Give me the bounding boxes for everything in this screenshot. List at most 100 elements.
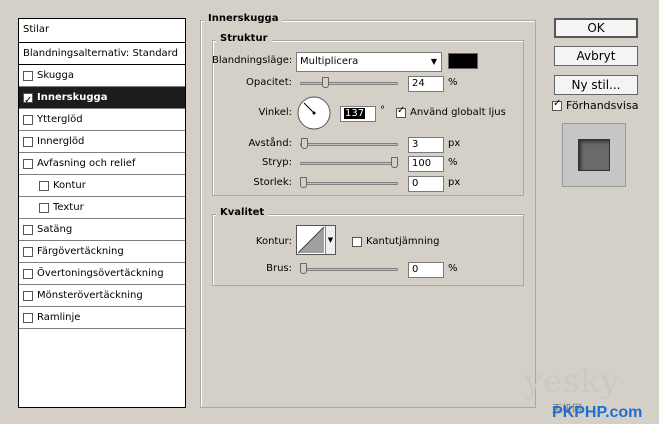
style-item-label: Ramlinje [37,311,81,323]
style-item-10[interactable]: Mönsterövertäckning [19,285,185,307]
quality-group [212,214,524,286]
style-item-5[interactable]: Kontur [19,175,185,197]
style-item-label: Textur [53,201,84,213]
angle-input[interactable]: 137 [340,106,376,122]
size-slider-thumb[interactable] [300,177,307,188]
blend-mode-value: Multiplicera [300,56,359,67]
opacity-input[interactable]: 24 [408,76,444,92]
choke-slider-thumb[interactable] [391,157,398,168]
contour-dropdown-icon[interactable]: ▼ [325,226,335,254]
opacity-slider-track[interactable] [300,82,398,85]
style-item-checkbox[interactable] [23,136,33,147]
style-item-checkbox[interactable] [23,90,33,112]
choke-slider-track[interactable] [300,162,398,165]
cancel-button[interactable]: Avbryt [554,46,638,66]
preview-label: Förhandsvisa [566,99,639,112]
style-item-label: Avfasning och relief [37,157,136,169]
preview-swatch [578,139,610,171]
style-item-label: Satäng [37,223,73,235]
style-item-2[interactable]: Ytterglöd [19,109,185,131]
choke-unit: % [448,157,458,168]
style-item-label: Mönsterövertäckning [37,289,143,301]
style-item-checkbox[interactable] [39,202,49,213]
angle-dial[interactable] [296,95,332,131]
distance-slider-thumb[interactable] [300,138,308,149]
distance-label: Avstånd: [248,138,293,149]
noise-unit: % [448,263,458,274]
style-item-checkbox[interactable] [23,158,33,169]
blending-options-item[interactable]: Blandningsalternativ: Standard [19,43,185,65]
global-light-label: Använd globalt ljus [410,107,506,118]
style-item-checkbox[interactable] [23,268,33,279]
new-style-button[interactable]: Ny stil... [554,75,638,95]
opacity-slider-thumb[interactable] [321,77,329,88]
style-item-label: Övertoningsövertäckning [37,267,164,279]
angle-unit: ° [380,105,385,116]
style-item-1[interactable]: Innerskugga [19,87,185,112]
preview-thumbnail [562,123,626,187]
global-light-checkbox[interactable]: Använd globalt ljus [396,105,506,118]
style-item-3[interactable]: Innerglöd [19,131,185,153]
shadow-color-swatch[interactable] [448,53,478,69]
contour-linear-icon [297,226,325,254]
style-item-checkbox[interactable] [23,70,33,81]
noise-input[interactable]: 0 [408,262,444,278]
structure-title: Struktur [216,33,272,44]
style-item-11[interactable]: Ramlinje [19,307,185,329]
ok-button[interactable]: OK [554,18,638,38]
style-item-label: Innerglöd [37,135,85,147]
contour-picker[interactable]: ▼ [296,225,336,255]
size-label: Storlek: [253,177,292,188]
distance-input[interactable]: 3 [408,137,444,153]
style-item-label: Färgövertäckning [37,245,124,257]
style-list: Skugga Innerskugga Ytterglöd Innerglöd Avfas… [19,65,185,329]
noise-label: Brus: [266,263,292,274]
style-item-label: Skugga [37,69,74,81]
watermark-yesky: yesky [524,362,620,400]
style-item-4[interactable]: Avfasning och relief [19,153,185,175]
opacity-unit: % [448,77,458,88]
size-input[interactable]: 0 [408,176,444,192]
style-item-label: Kontur [53,179,86,191]
size-unit: px [448,177,461,188]
distance-slider-track[interactable] [300,143,398,146]
blending-options-label: Blandningsalternativ: Standard [23,47,178,59]
style-item-6[interactable]: Textur [19,197,185,219]
antialias-checkbox[interactable]: Kantutjämning [352,236,439,247]
style-item-8[interactable]: Färgövertäckning [19,241,185,263]
style-item-9[interactable]: Övertoningsövertäckning [19,263,185,285]
antialias-label: Kantutjämning [366,236,440,247]
style-item-0[interactable]: Skugga [19,65,185,87]
blend-mode-label: Blandningsläge: [212,55,293,66]
opacity-label: Opacitet: [246,77,292,88]
global-light-checkmark [396,105,406,118]
quality-title: Kvalitet [216,207,269,218]
choke-input[interactable]: 100 [408,156,444,172]
style-item-label: Ytterglöd [37,113,83,125]
watermark-pkphp: PKPHP.com [552,404,643,421]
style-item-label: Innerskugga [37,91,108,103]
noise-slider-track[interactable] [300,268,398,271]
noise-slider-thumb[interactable] [300,263,307,274]
angle-value: 137 [344,108,366,119]
style-item-checkbox[interactable] [23,246,33,257]
styles-panel: Stilar Blandningsalternativ: Standard Sk… [18,18,186,408]
style-item-checkbox[interactable] [23,290,33,301]
style-item-checkbox[interactable] [39,180,49,191]
antialias-checkmark [352,236,362,247]
chevron-down-icon: ▼ [430,57,437,66]
contour-label: Kontur: [255,236,292,247]
distance-unit: px [448,138,461,149]
inner-shadow-title: Innerskugga [204,13,283,24]
style-item-checkbox[interactable] [23,224,33,235]
choke-label: Stryp: [261,157,292,168]
angle-label: Vinkel: [258,107,292,118]
blend-mode-select[interactable]: Multiplicera ▼ [296,52,442,72]
styles-header[interactable]: Stilar [19,19,185,43]
size-slider-track[interactable] [300,182,398,185]
style-item-checkbox[interactable] [23,312,33,323]
preview-checkmark [552,98,562,111]
preview-checkbox[interactable]: Förhandsvisa [552,98,639,112]
style-item-7[interactable]: Satäng [19,219,185,241]
style-item-checkbox[interactable] [23,114,33,125]
